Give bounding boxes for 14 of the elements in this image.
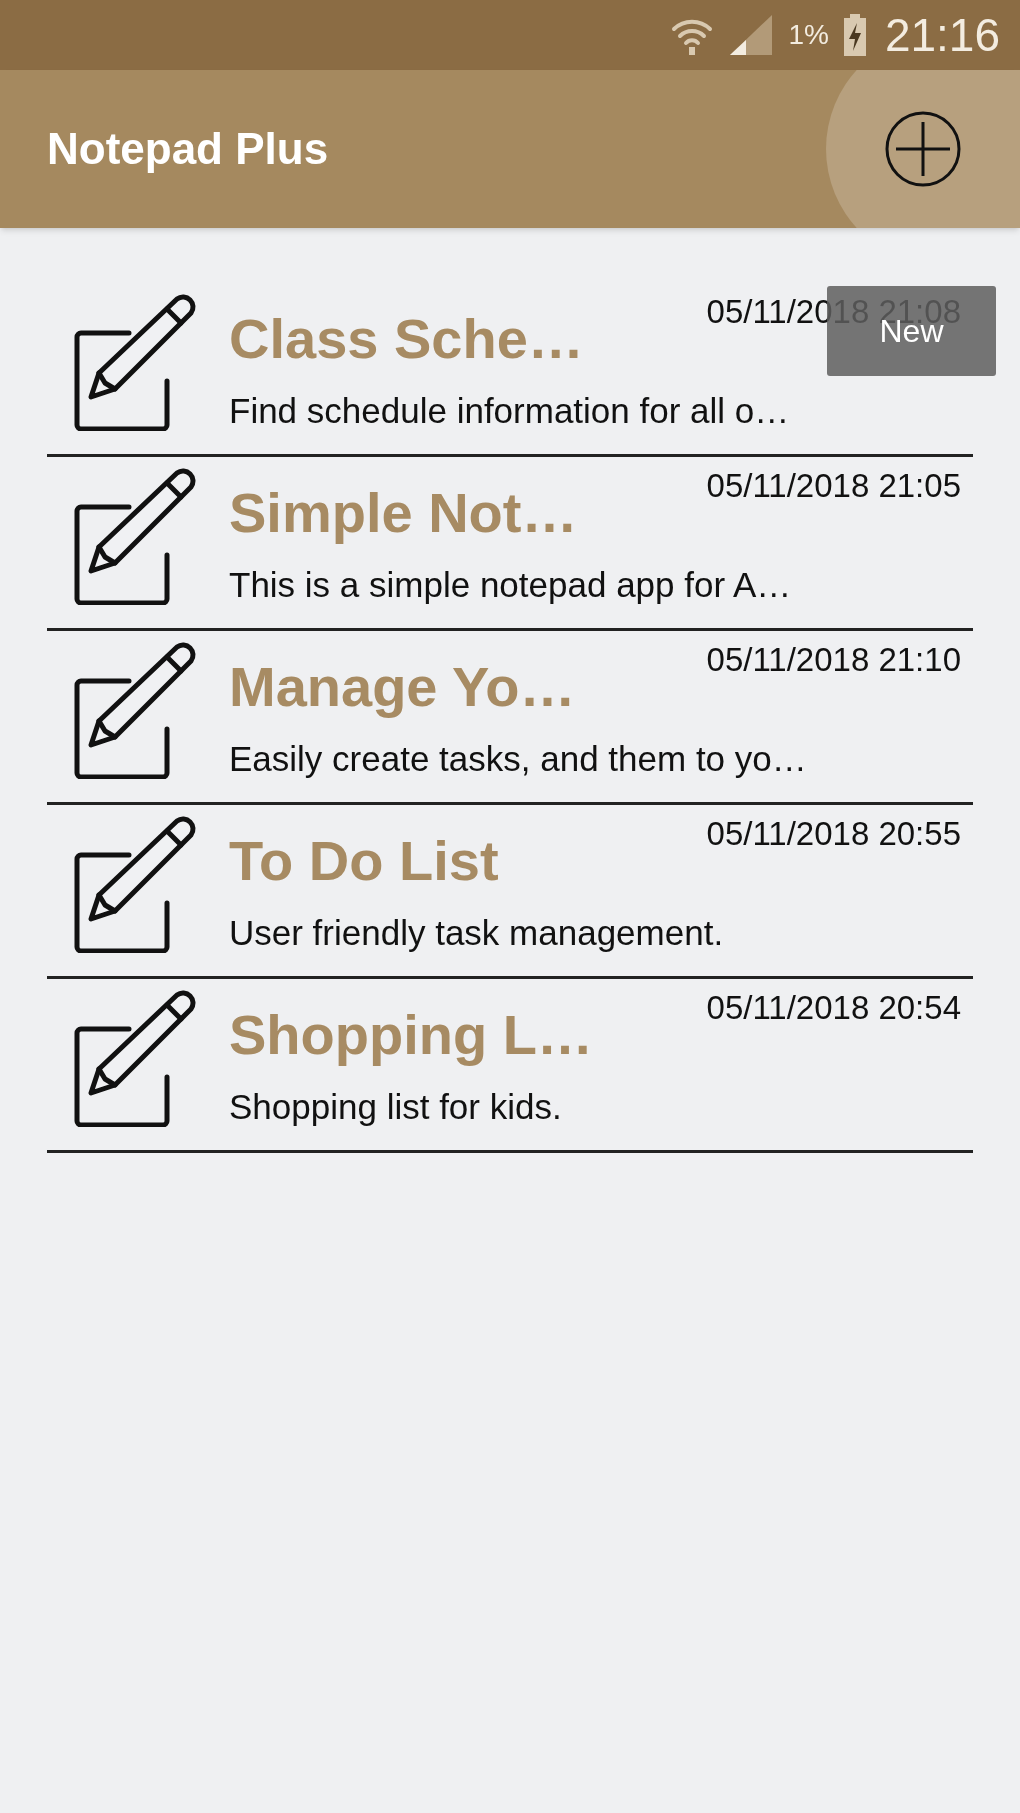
note-date: 05/11/2018 20:55 xyxy=(706,817,961,850)
note-date: 05/11/2018 20:54 xyxy=(706,991,961,1024)
clock-time: 21:16 xyxy=(884,7,1000,63)
note-title: To Do List xyxy=(229,833,499,889)
note-description: Easily create tasks, and them to yo… xyxy=(229,741,808,776)
note-title: Class Sche… xyxy=(229,311,584,367)
note-description: This is a simple notepad app for A… xyxy=(229,567,793,602)
note-date: 05/11/2018 21:10 xyxy=(706,643,961,676)
note-description: Find schedule information for all o… xyxy=(229,393,791,428)
note-description: User friendly task management. xyxy=(229,915,725,950)
app-title: Notepad Plus xyxy=(47,123,329,175)
note-description: Shopping list for kids. xyxy=(229,1089,563,1124)
note-date: 05/11/2018 21:05 xyxy=(706,469,961,502)
battery-percent: 1% xyxy=(788,18,829,52)
